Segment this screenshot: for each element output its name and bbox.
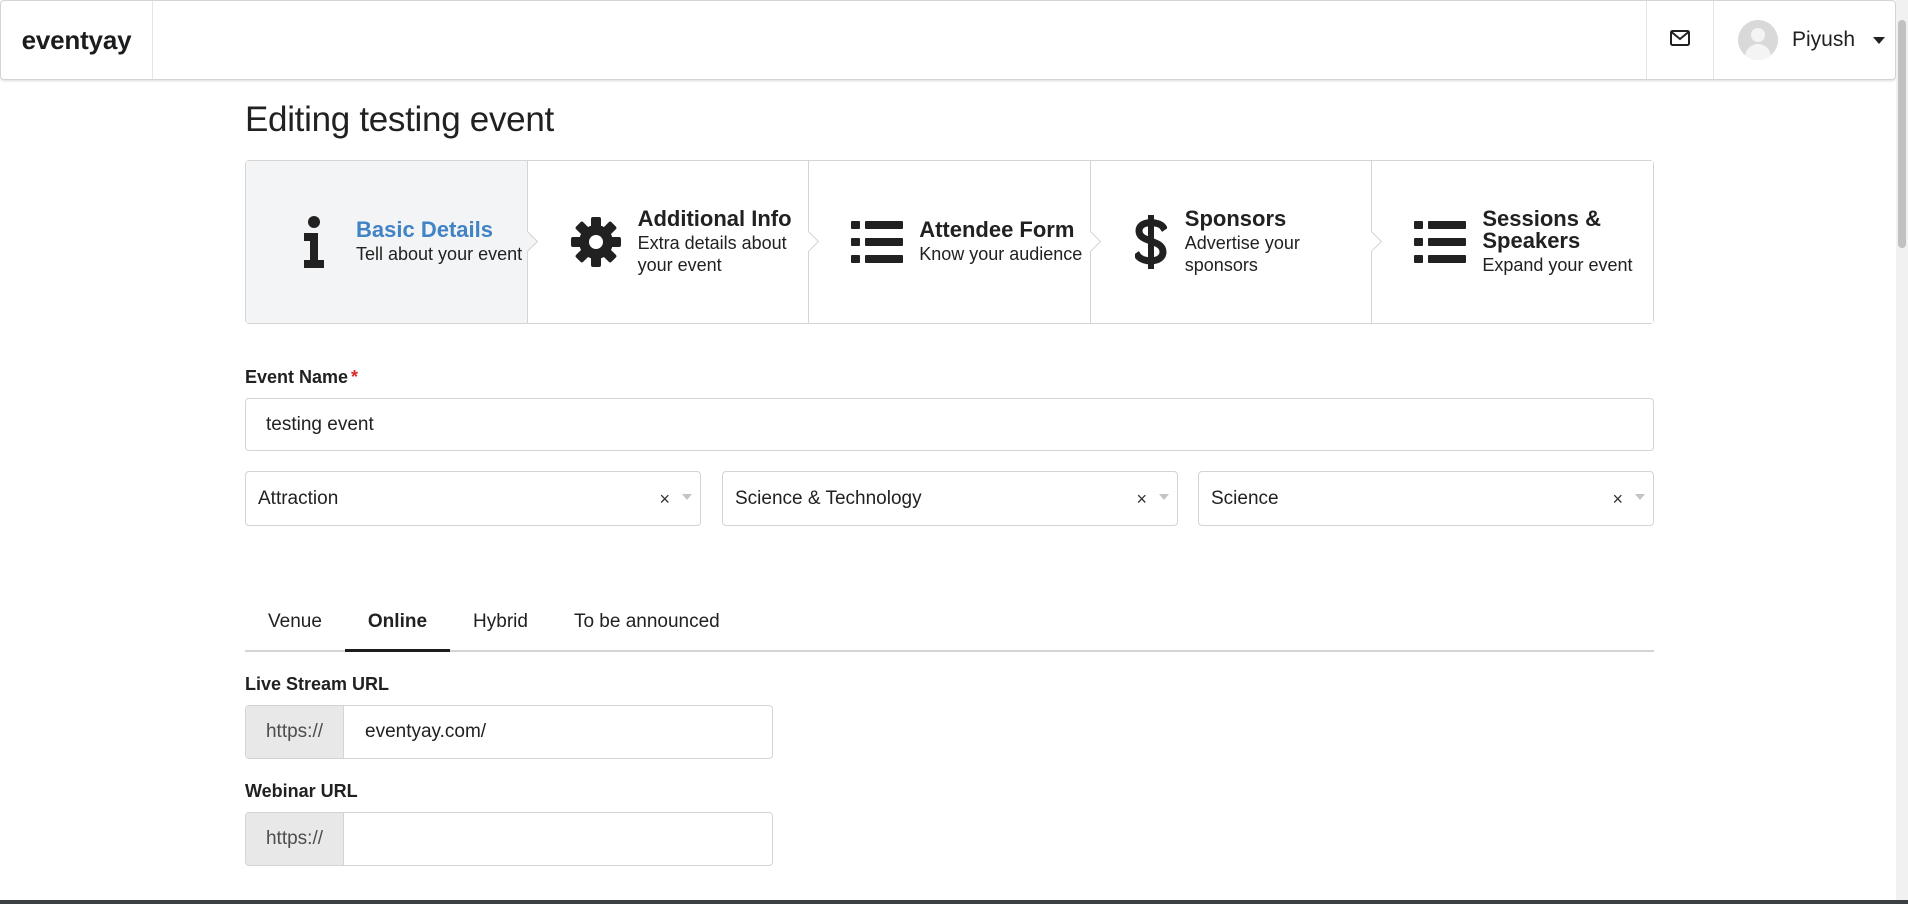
notifications-button[interactable] bbox=[1646, 1, 1714, 79]
scrollbar-thumb[interactable] bbox=[1898, 20, 1906, 248]
event-name-input[interactable]: testing event bbox=[245, 398, 1654, 451]
live-stream-url-label: Live Stream URL bbox=[245, 674, 390, 694]
clear-icon[interactable]: × bbox=[659, 489, 670, 510]
top-navbar: eventyay Piyush bbox=[0, 0, 1896, 80]
event-topic-value: Science & Technology bbox=[735, 487, 922, 509]
gear-icon bbox=[568, 212, 624, 272]
step-title: Sponsors bbox=[1184, 206, 1287, 231]
step-additional-info[interactable]: Additional Info Extra details about your… bbox=[527, 161, 810, 323]
dropdown-icon[interactable] bbox=[1635, 494, 1645, 500]
dollar-icon bbox=[1131, 212, 1171, 272]
page-scrollbar[interactable] bbox=[1896, 0, 1908, 900]
step-description: Extra details about your event bbox=[637, 233, 787, 275]
envelope-icon bbox=[1670, 29, 1690, 51]
tab-venue[interactable]: Venue bbox=[245, 594, 345, 650]
step-sessions-speakers[interactable]: Sessions & Speakers Expand your event bbox=[1372, 161, 1653, 323]
step-basic-details[interactable]: Basic Details Tell about your event bbox=[246, 161, 528, 323]
event-name-label-text: Event Name bbox=[245, 367, 349, 387]
event-subtopic-select[interactable]: Science × bbox=[1198, 471, 1654, 526]
webinar-url-field: https:// bbox=[245, 812, 773, 866]
webinar-url-input[interactable] bbox=[344, 813, 772, 865]
step-title: Sessions & Speakers bbox=[1482, 206, 1601, 253]
dropdown-icon[interactable] bbox=[1159, 494, 1169, 500]
wizard-steps: Basic Details Tell about your event Addi… bbox=[245, 160, 1654, 324]
tab-hybrid[interactable]: Hybrid bbox=[450, 594, 551, 650]
step-title: Attendee Form bbox=[919, 217, 1075, 242]
event-topic-select[interactable]: Science & Technology × bbox=[722, 471, 1178, 526]
event-name-label: Event Name * bbox=[245, 367, 358, 388]
step-attendee-form[interactable]: Attendee Form Know your audience bbox=[809, 161, 1091, 323]
required-mark: * bbox=[351, 367, 359, 387]
user-menu[interactable]: Piyush bbox=[1714, 1, 1895, 79]
page-title: Editing testing event bbox=[245, 100, 554, 139]
step-title: Basic Details bbox=[356, 217, 493, 242]
webinar-url-label: Webinar URL bbox=[245, 781, 358, 801]
bottom-edge bbox=[0, 900, 1908, 904]
dropdown-icon[interactable] bbox=[682, 494, 692, 500]
avatar bbox=[1738, 20, 1778, 60]
list-icon bbox=[1412, 212, 1468, 272]
tab-to-be-announced[interactable]: To be announced bbox=[551, 594, 743, 650]
event-subtopic-value: Science bbox=[1211, 487, 1279, 509]
location-tabs: Venue Online Hybrid To be announced bbox=[245, 596, 1654, 652]
live-stream-url-field: https:// eventyay.com/ bbox=[245, 705, 773, 759]
clear-icon[interactable]: × bbox=[1612, 489, 1623, 510]
step-description: Tell about your event bbox=[356, 244, 523, 264]
step-description: Know your audience bbox=[919, 244, 1083, 264]
clear-icon[interactable]: × bbox=[1136, 489, 1147, 510]
tab-online[interactable]: Online bbox=[344, 594, 451, 652]
list-icon bbox=[849, 212, 905, 272]
url-prefix: https:// bbox=[246, 813, 344, 865]
info-icon bbox=[286, 212, 342, 272]
step-description: Expand your event bbox=[1482, 255, 1633, 275]
event-type-select[interactable]: Attraction × bbox=[245, 471, 701, 526]
user-name: Piyush bbox=[1792, 28, 1856, 51]
event-type-value: Attraction bbox=[258, 487, 339, 509]
caret-down-icon bbox=[1873, 36, 1886, 44]
step-sponsors[interactable]: Sponsors Advertise your sponsors bbox=[1090, 161, 1373, 323]
step-description: Advertise your sponsors bbox=[1184, 233, 1300, 275]
url-prefix: https:// bbox=[246, 706, 344, 758]
brand-logo[interactable]: eventyay bbox=[1, 1, 153, 79]
live-stream-url-input[interactable]: eventyay.com/ bbox=[344, 706, 772, 758]
step-title: Additional Info bbox=[637, 206, 792, 231]
